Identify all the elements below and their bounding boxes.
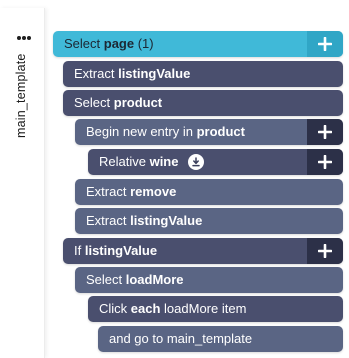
command-keyword: loadMore bbox=[125, 272, 184, 287]
command-keyword: listingValue bbox=[84, 243, 158, 258]
command-if-listingvalue[interactable]: If listingValue bbox=[63, 238, 343, 264]
command-keyword: listingValue bbox=[130, 213, 203, 228]
command-select-product[interactable]: Select product bbox=[63, 90, 343, 116]
command-extract-listingvalue-2[interactable]: Extract listingValue bbox=[75, 208, 343, 234]
more-dots-icon[interactable] bbox=[17, 36, 31, 40]
command-prefix: Extract bbox=[74, 66, 119, 81]
command-keyword: listingValue bbox=[118, 66, 191, 81]
plus-icon bbox=[318, 244, 332, 258]
command-prefix: Extract bbox=[86, 213, 131, 228]
command-prefix: Select bbox=[64, 36, 104, 51]
plus-icon bbox=[318, 155, 332, 169]
plus-icon bbox=[318, 37, 332, 51]
command-select-loadmore[interactable]: Select loadMore bbox=[75, 267, 343, 293]
command-select-page[interactable]: Select page (1) bbox=[53, 31, 343, 57]
template-tab[interactable]: main_template bbox=[0, 8, 45, 358]
command-keyword: product bbox=[196, 124, 245, 139]
command-prefix: Select bbox=[86, 272, 126, 287]
command-keyword: remove bbox=[130, 184, 177, 199]
command-prefix: Begin new entry in bbox=[86, 124, 197, 139]
command-extract-listingvalue[interactable]: Extract listingValue bbox=[63, 61, 343, 87]
add-command-button[interactable] bbox=[307, 31, 343, 57]
command-prefix: Click bbox=[99, 301, 131, 316]
command-begin-new-entry[interactable]: Begin new entry in product bbox=[75, 119, 343, 145]
command-prefix: Relative bbox=[99, 154, 150, 169]
command-suffix: loadMore item bbox=[164, 301, 247, 316]
command-keyword: product bbox=[113, 95, 163, 110]
add-command-button[interactable] bbox=[307, 238, 343, 264]
command-extract-remove[interactable]: Extract remove bbox=[75, 179, 343, 205]
command-relative-wine[interactable]: Relative wine bbox=[88, 149, 343, 175]
plus-icon bbox=[318, 125, 332, 139]
add-command-button[interactable] bbox=[307, 149, 343, 175]
add-command-button[interactable] bbox=[307, 119, 343, 145]
command-prefix: If bbox=[74, 243, 85, 258]
command-keyword: each bbox=[130, 301, 161, 316]
template-tab-label: main_template bbox=[14, 53, 28, 138]
download-icon[interactable] bbox=[188, 153, 205, 170]
command-suffix: (1) bbox=[137, 36, 154, 51]
command-prefix: Select bbox=[74, 95, 114, 110]
command-click-each[interactable]: Click each loadMore item bbox=[88, 296, 343, 322]
command-prefix: and go to main_template bbox=[109, 331, 253, 346]
command-go-to-template[interactable]: and go to main_template bbox=[98, 326, 343, 352]
command-keyword: wine bbox=[149, 154, 179, 169]
command-keyword: page bbox=[103, 36, 135, 51]
page: main_template Select page (1) Extract li… bbox=[0, 0, 349, 358]
command-prefix: Extract bbox=[86, 184, 131, 199]
